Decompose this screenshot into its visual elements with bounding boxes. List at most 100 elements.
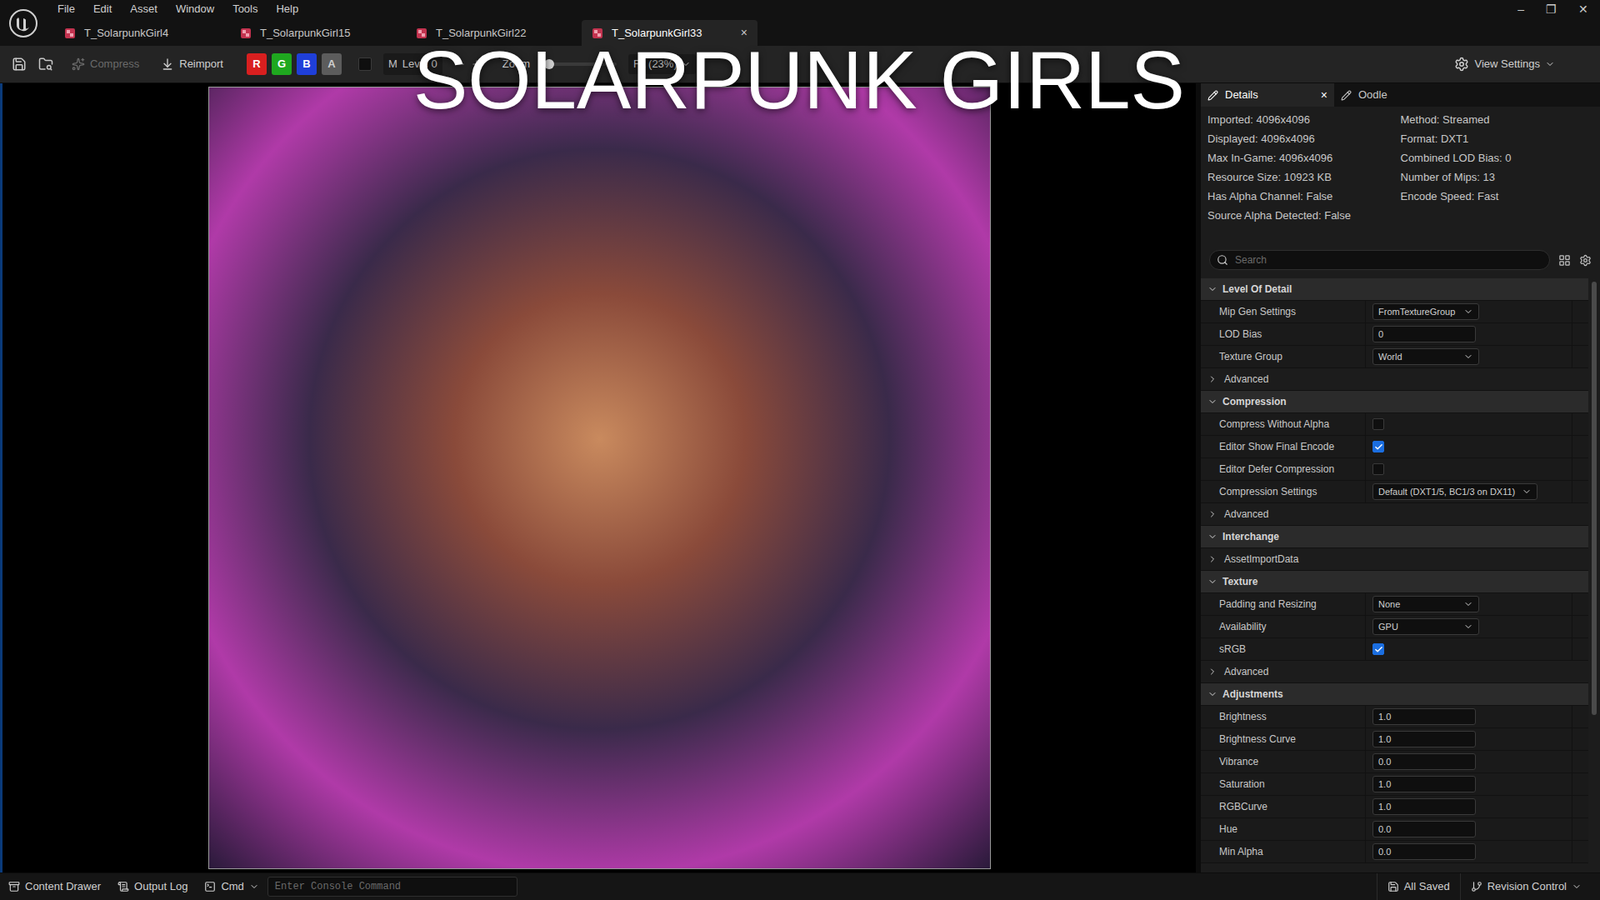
- menu-item[interactable]: Edit: [93, 0, 112, 18]
- panel-tab[interactable]: Details×: [1200, 83, 1335, 107]
- category-row[interactable]: Adjustments: [1200, 683, 1589, 706]
- group-row[interactable]: Advanced: [1200, 503, 1589, 526]
- property-name: Compression Settings: [1200, 484, 1365, 500]
- channel-toggle[interactable]: A: [321, 53, 342, 75]
- asset-tab[interactable]: T_SolarpunkGirl15: [230, 20, 406, 46]
- channel-buttons: RGBA: [246, 53, 342, 75]
- title-overlay: SOLARPUNK GIRLS: [413, 39, 1185, 121]
- property-input[interactable]: 1.0: [1372, 798, 1476, 815]
- property-input[interactable]: 1.0: [1372, 730, 1476, 748]
- menu-item[interactable]: Tools: [232, 0, 258, 18]
- channel-toggle[interactable]: B: [296, 53, 317, 75]
- property-row: Texture GroupWorld: [1200, 345, 1589, 369]
- asset-tab[interactable]: T_SolarpunkGirl22: [405, 20, 582, 46]
- zoom-dropdown[interactable]: Fit (23%): [628, 54, 696, 75]
- property-value: 0.0: [1365, 818, 1572, 840]
- property-input[interactable]: 0.0: [1372, 820, 1476, 838]
- save-status[interactable]: All Saved: [1376, 873, 1460, 900]
- property-name: Compress Without Alpha: [1200, 416, 1365, 432]
- reimport-button[interactable]: Reimport: [157, 55, 227, 73]
- compress-button[interactable]: Compress: [65, 55, 146, 73]
- property-dropdown[interactable]: None: [1372, 595, 1480, 613]
- console-input[interactable]: Enter Console Command: [267, 876, 518, 897]
- category-row[interactable]: Level Of Detail: [1200, 278, 1589, 301]
- asset-tab[interactable]: T_SolarpunkGirl4: [54, 20, 230, 46]
- category-row[interactable]: Interchange: [1200, 525, 1589, 549]
- view-settings-button[interactable]: View Settings: [1454, 55, 1589, 73]
- collapsed-icon: [1207, 554, 1218, 565]
- property-input[interactable]: 0: [1372, 325, 1476, 343]
- window-control-button[interactable]: –: [1517, 0, 1525, 19]
- property-dropdown[interactable]: FromTextureGroup: [1372, 303, 1480, 320]
- property-name: Brightness Curve: [1200, 731, 1365, 747]
- category-row[interactable]: Texture: [1200, 570, 1589, 594]
- property-value: 0: [1365, 323, 1572, 345]
- revision-control-button[interactable]: Revision Control: [1460, 873, 1592, 900]
- dropdown-arrow-icon: [1545, 59, 1555, 70]
- property-row: Compress Without Alpha: [1200, 413, 1589, 436]
- search-field[interactable]: Search: [1209, 250, 1550, 270]
- background-toggle[interactable]: [358, 57, 372, 71]
- property-value: 1.0: [1365, 773, 1572, 795]
- status-bar: Content DrawerOutput LogCmdEnter Console…: [0, 872, 1600, 900]
- menu-item[interactable]: Asset: [130, 0, 158, 18]
- property-row: Editor Defer Compression: [1200, 458, 1589, 481]
- window-control-button[interactable]: ❐: [1545, 0, 1557, 19]
- unreal-logo-icon[interactable]: [8, 8, 39, 39]
- property-checkbox[interactable]: [1372, 643, 1385, 655]
- mip-up-icon[interactable]: [470, 58, 483, 70]
- menu-item[interactable]: Help: [275, 0, 299, 18]
- property-value: GPU: [1365, 615, 1572, 638]
- property-input[interactable]: 0.0: [1372, 843, 1476, 860]
- property-input[interactable]: 0.0: [1372, 753, 1476, 770]
- group-row[interactable]: Advanced: [1200, 660, 1589, 684]
- texture-icon: [64, 27, 76, 40]
- expanded-icon: [1207, 689, 1218, 700]
- tab-close-button[interactable]: ×: [1320, 86, 1328, 105]
- property-value: 1.0: [1365, 705, 1572, 728]
- menu-item[interactable]: File: [57, 0, 75, 18]
- tab-close-button[interactable]: ×: [740, 24, 748, 42]
- expanded-icon: [1207, 531, 1218, 542]
- property-name: Editor Defer Compression: [1200, 461, 1365, 477]
- property-input[interactable]: 1.0: [1372, 708, 1476, 725]
- window-control-button[interactable]: ✕: [1578, 0, 1589, 19]
- gear-icon[interactable]: [1579, 254, 1592, 267]
- property-checkbox[interactable]: [1372, 463, 1385, 475]
- asset-tab[interactable]: T_SolarpunkGirl33×: [581, 20, 758, 46]
- zoom-slider[interactable]: [541, 62, 617, 66]
- property-value: [1365, 638, 1572, 660]
- info-line: Displayed: 4096x4096: [1207, 129, 1401, 149]
- property-checkbox[interactable]: [1372, 418, 1385, 430]
- cmd-dropdown[interactable]: Cmd: [195, 878, 267, 895]
- content-drawer-button[interactable]: Content Drawer: [0, 878, 110, 895]
- grid-view-icon[interactable]: [1558, 254, 1571, 267]
- output-log-button[interactable]: Output Log: [109, 878, 196, 895]
- viewport[interactable]: [0, 83, 1196, 873]
- mip-down-icon[interactable]: [454, 58, 466, 70]
- group-row[interactable]: Advanced: [1200, 368, 1589, 391]
- property-dropdown[interactable]: World: [1372, 348, 1480, 365]
- info-line: Max In-Game: 4096x4096: [1207, 148, 1401, 168]
- zoom-label: Zoom: [502, 55, 530, 73]
- property-dropdown[interactable]: GPU: [1372, 618, 1480, 635]
- property-input[interactable]: 1.0: [1372, 775, 1476, 793]
- scrollbar[interactable]: [1588, 278, 1600, 873]
- mip-level-selector[interactable]: MLevel 0: [383, 53, 443, 75]
- menu-item[interactable]: Window: [175, 0, 215, 18]
- category-row[interactable]: Compression: [1200, 390, 1589, 414]
- property-name: Editor Show Final Encode: [1200, 439, 1365, 455]
- channel-toggle[interactable]: G: [271, 53, 292, 75]
- property-name: Brightness: [1200, 709, 1365, 725]
- save-icon[interactable]: [11, 56, 27, 72]
- property-dropdown[interactable]: Default (DXT1/5, BC1/3 on DX11): [1372, 483, 1538, 500]
- group-row[interactable]: AssetImportData: [1200, 548, 1589, 571]
- channel-toggle[interactable]: R: [246, 53, 267, 75]
- panel-tab[interactable]: Oodle: [1334, 83, 1468, 107]
- texture-icon: [415, 27, 428, 40]
- dropdown-arrow-icon: [1571, 881, 1582, 892]
- window-controls: – ❐ ✕: [1517, 0, 1600, 19]
- property-name: Padding and Resizing: [1200, 596, 1365, 612]
- property-checkbox[interactable]: [1372, 440, 1385, 453]
- browse-icon[interactable]: [38, 56, 54, 72]
